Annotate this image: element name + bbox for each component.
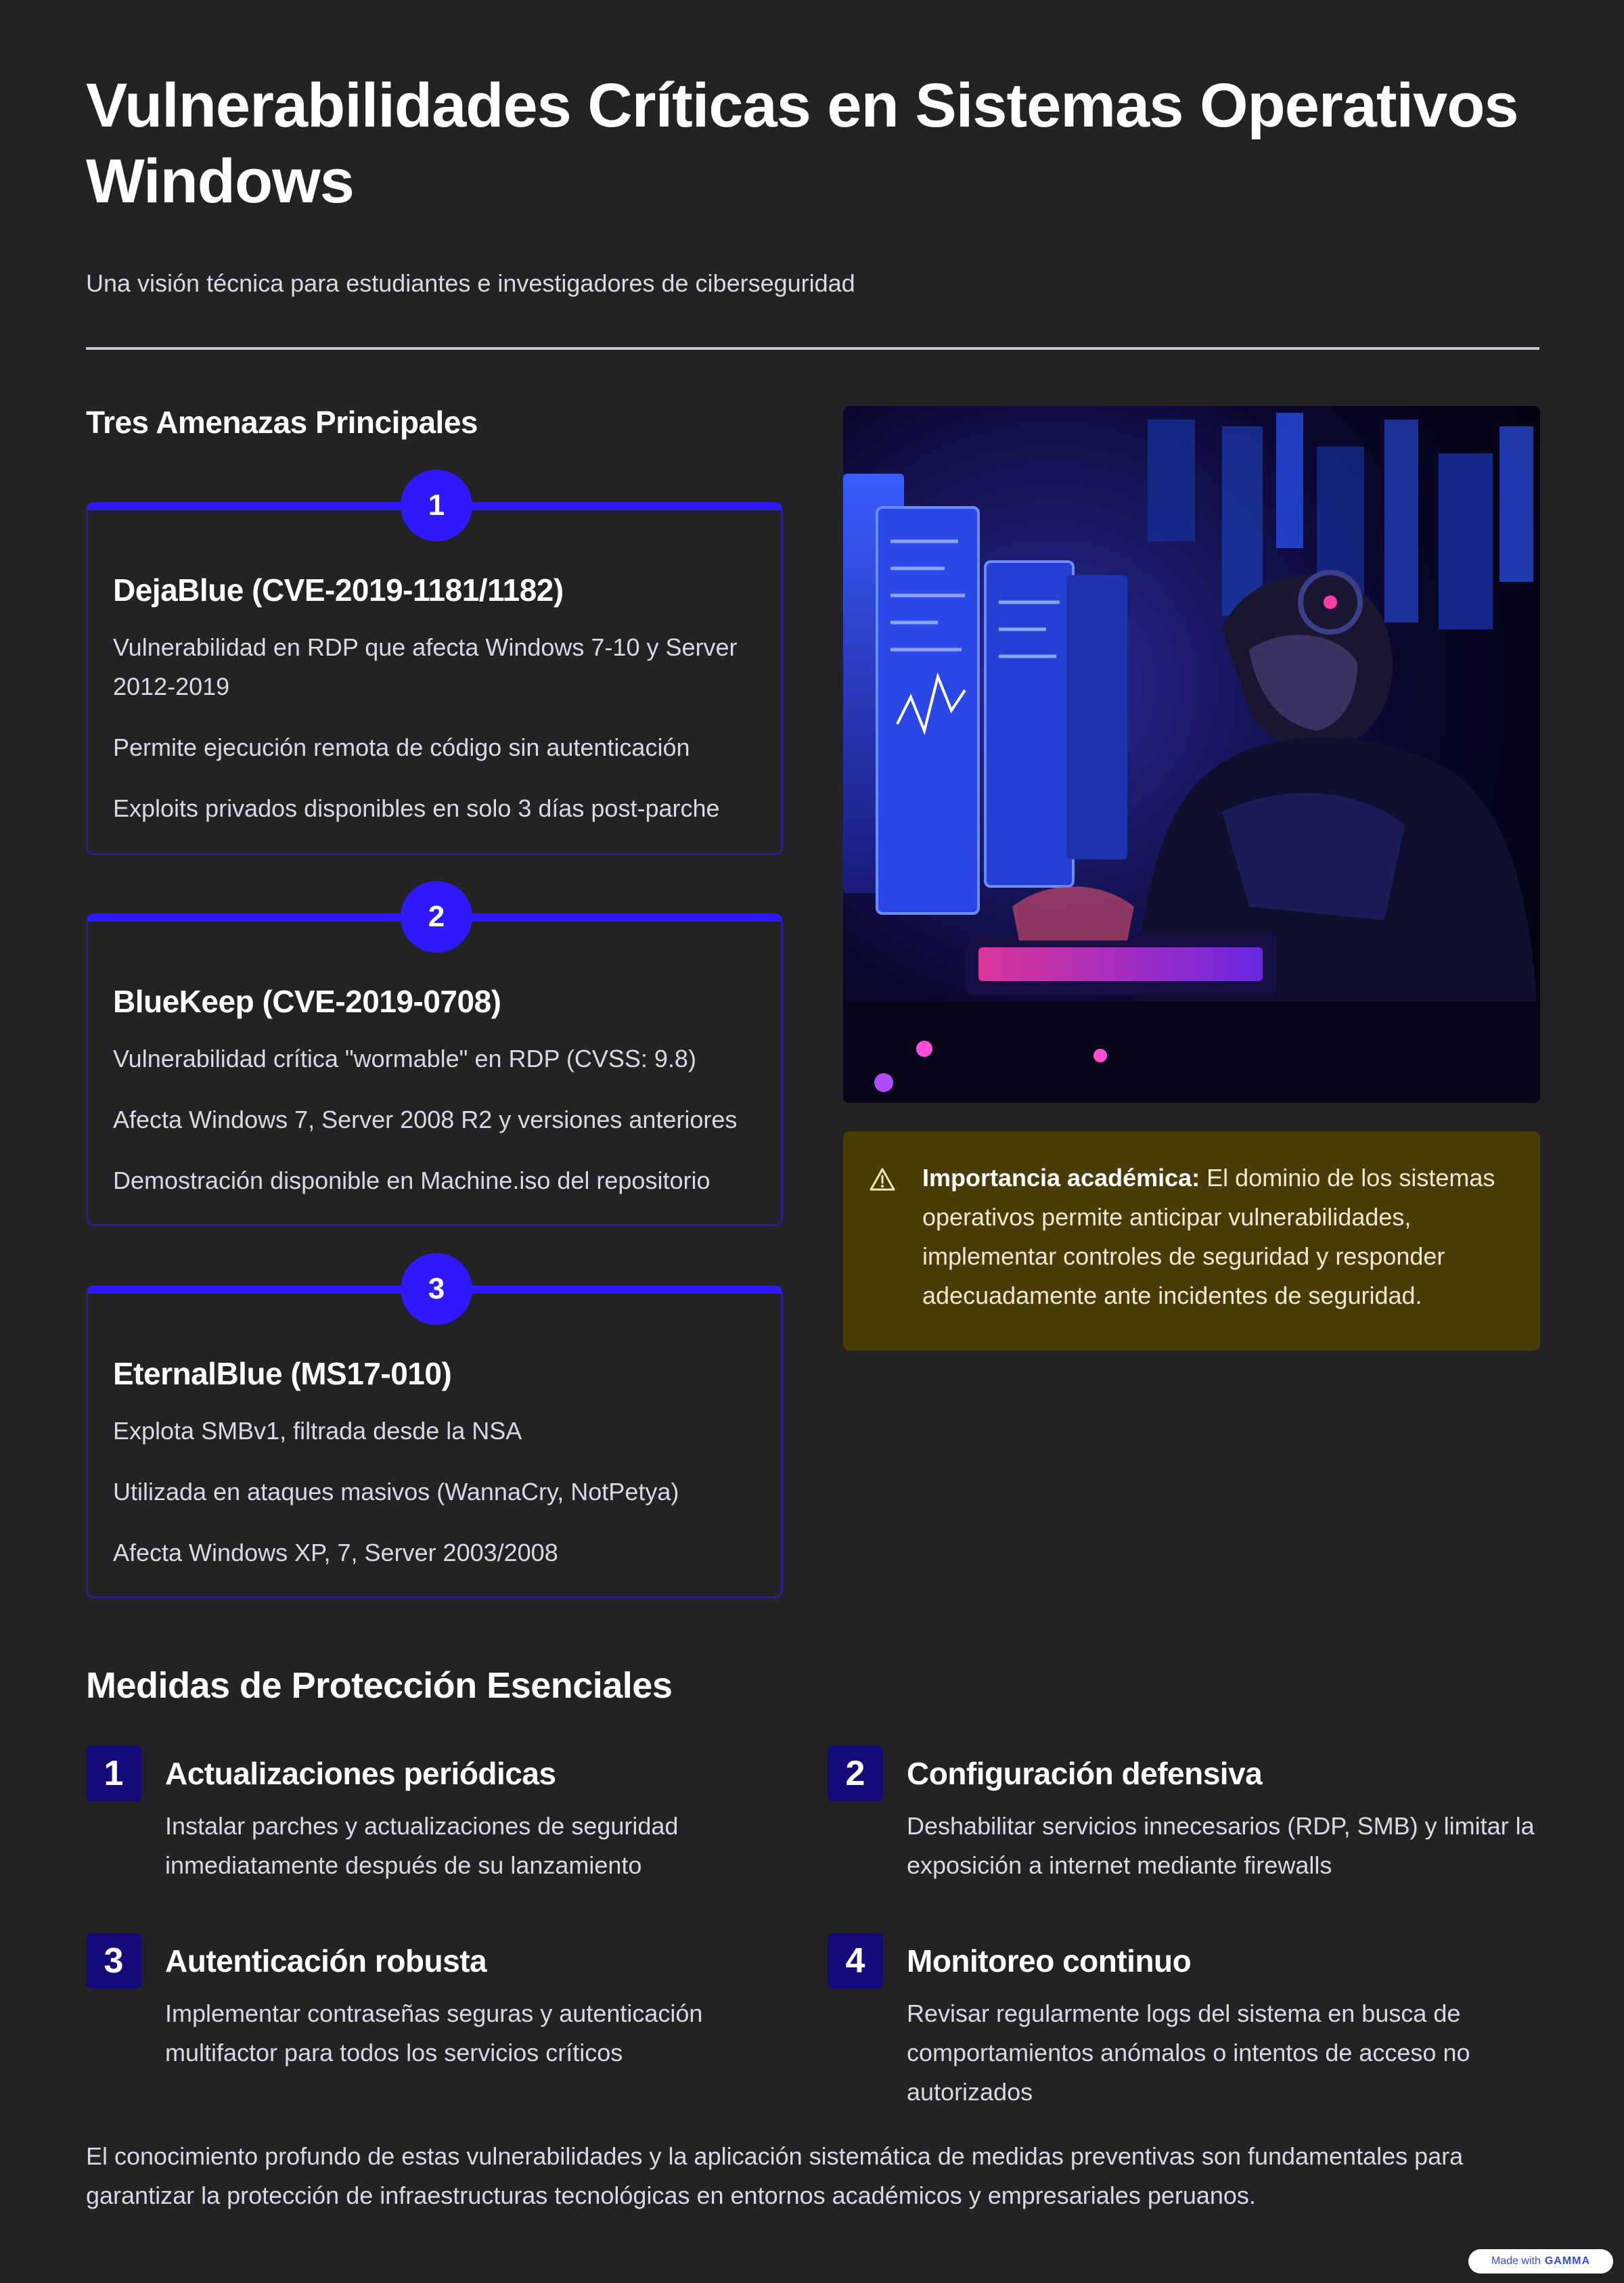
gamma-logo: GAMMA (1544, 2255, 1591, 2267)
hacker-at-monitors-icon (843, 406, 1540, 1103)
measure-description: Revisar regularmente logs del sistema en… (907, 1999, 1470, 2106)
hero-image (843, 406, 1540, 1103)
threat-card-eternalblue: 3 EternalBlue (MS17-010) Explota SMBv1, … (86, 1253, 783, 1598)
threat-detail: Exploits privados disponibles en solo 3 … (113, 794, 720, 822)
threat-title: BlueKeep (CVE-2019-0708) (113, 984, 501, 1019)
made-with-gamma-badge[interactable]: Made with GAMMA (1468, 2249, 1613, 2274)
measure-description: Implementar contraseñas seguras y autent… (165, 1999, 703, 2066)
callout-text: Importancia académica: El dominio de los… (922, 1158, 1518, 1315)
threat-detail: Permite ejecución remota de código sin a… (113, 733, 690, 761)
page-subtitle: Una visión técnica para estudiantes e in… (86, 269, 855, 297)
conclusion-text: El conocimiento profundo de estas vulner… (86, 2142, 1464, 2209)
page-title: Vulnerabilidades Críticas en Sistemas Op… (86, 71, 1519, 216)
measure-title: Configuración defensiva (907, 1756, 1263, 1791)
threat-number-badge: 1 (401, 470, 472, 541)
callout-label: Importancia académica: (922, 1164, 1200, 1192)
threat-detail: Vulnerabilidad en RDP que afecta Windows… (113, 633, 738, 700)
measures-heading: Medidas de Protección Esenciales (86, 1665, 673, 1706)
measure-number-badge: 1 (86, 1746, 141, 1801)
measure-description: Instalar parches y actualizaciones de se… (165, 1812, 679, 1879)
threat-title: EternalBlue (MS17-010) (113, 1356, 452, 1391)
measure-description: Deshabilitar servicios innecesarios (RDP… (907, 1812, 1535, 1879)
threat-card-bluekeep: 2 BlueKeep (CVE-2019-0708) Vulnerabilida… (86, 881, 783, 1226)
measure-number-badge: 3 (86, 1933, 141, 1989)
threats-heading: Tres Amenazas Principales (86, 405, 478, 440)
measure-title: Actualizaciones periódicas (165, 1756, 556, 1791)
threat-detail: Demostración disponible en Machine.iso d… (113, 1167, 710, 1194)
measure-number-badge: 2 (828, 1746, 883, 1801)
warning-icon (870, 1168, 895, 1191)
threat-detail: Afecta Windows 7, Server 2008 R2 y versi… (113, 1106, 738, 1133)
divider (86, 347, 1539, 350)
threat-detail: Utilizada en ataques masivos (WannaCry, … (113, 1478, 679, 1506)
threat-detail: Afecta Windows XP, 7, Server 2003/2008 (113, 1539, 558, 1566)
threat-number-badge: 2 (401, 881, 472, 953)
threat-detail: Explota SMBv1, filtrada desde la NSA (113, 1417, 522, 1445)
measure-title: Monitoreo continuo (907, 1943, 1192, 1979)
threat-detail: Vulnerabilidad crítica "wormable" en RDP… (113, 1045, 696, 1072)
measure-title: Autenticación robusta (165, 1943, 487, 1979)
measure-number-badge: 4 (828, 1933, 883, 1989)
academic-importance-callout: Importancia académica: El dominio de los… (843, 1131, 1540, 1351)
threat-number-badge: 3 (401, 1253, 472, 1325)
threat-title: DejaBlue (CVE-2019-1181/1182) (113, 572, 564, 608)
badge-prefix: Made with (1491, 2255, 1541, 2267)
threat-card-dejablue: 1 DejaBlue (CVE-2019-1181/1182) Vulnerab… (86, 470, 783, 855)
